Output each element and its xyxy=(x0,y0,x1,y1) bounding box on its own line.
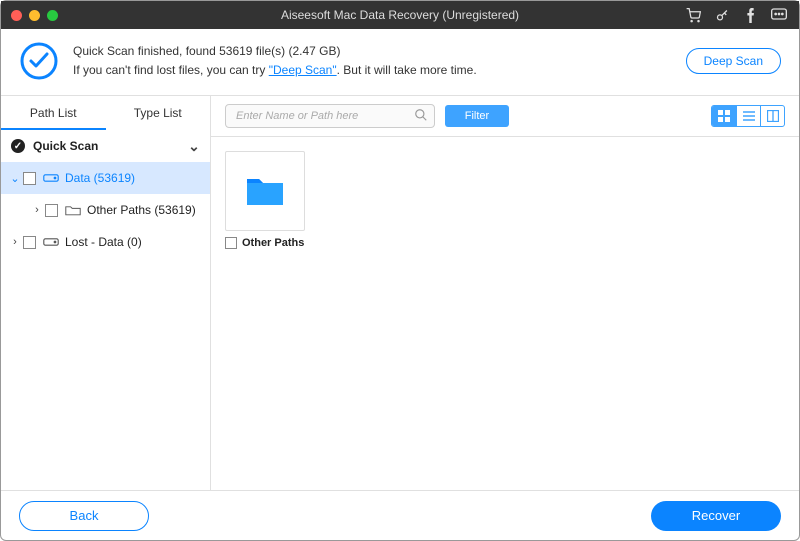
cart-icon[interactable] xyxy=(686,8,701,23)
list-view-icon[interactable] xyxy=(736,106,760,126)
tree-label: Lost - Data (0) xyxy=(65,235,210,249)
status-mid: file(s) xyxy=(252,44,288,58)
tab-path-list[interactable]: Path List xyxy=(1,96,106,130)
status-prefix: Quick Scan finished, found xyxy=(73,44,219,58)
search-icon[interactable] xyxy=(414,108,428,127)
search-box xyxy=(225,104,435,128)
deep-scan-button[interactable]: Deep Scan xyxy=(686,48,781,74)
content-area: Other Paths xyxy=(211,137,799,263)
toolbar: Filter xyxy=(211,96,799,137)
back-button[interactable]: Back xyxy=(19,501,149,531)
filter-button[interactable]: Filter xyxy=(445,105,509,127)
status-size: (2.47 GB) xyxy=(288,44,340,58)
view-mode-buttons xyxy=(711,105,785,127)
column-view-icon[interactable] xyxy=(760,106,784,126)
check-icon: ✓ xyxy=(11,139,25,153)
footer: Back Recover xyxy=(1,490,799,540)
recover-button[interactable]: Recover xyxy=(651,501,781,531)
scan-complete-icon xyxy=(19,41,59,81)
deep-scan-link[interactable]: "Deep Scan" xyxy=(269,63,337,77)
chevron-right-icon[interactable]: › xyxy=(7,236,23,248)
chevron-right-icon[interactable]: › xyxy=(29,204,45,216)
feedback-icon[interactable] xyxy=(771,8,787,23)
status-file-count: 53619 xyxy=(219,44,252,58)
tab-type-list[interactable]: Type List xyxy=(106,96,211,130)
tree-lost-data[interactable]: › Lost - Data (0) xyxy=(1,226,210,258)
search-input[interactable] xyxy=(225,104,435,128)
facebook-icon[interactable] xyxy=(744,8,757,23)
main-panel: Filter Other Paths xyxy=(211,96,799,490)
file-item[interactable]: Other Paths xyxy=(225,151,305,249)
chevron-down-icon[interactable]: ⌄ xyxy=(7,172,23,185)
window-title: Aiseesoft Mac Data Recovery (Unregistere… xyxy=(1,8,799,22)
disk-icon xyxy=(43,172,59,184)
tree-label: Data (53619) xyxy=(65,171,210,185)
tree: ✓ Quick Scan ⌄ ⌄ Data (53619) › Other Pa… xyxy=(1,130,210,258)
checkbox[interactable] xyxy=(45,204,58,217)
tree-label: Quick Scan xyxy=(33,139,186,153)
tree-quick-scan[interactable]: ✓ Quick Scan ⌄ xyxy=(1,130,210,162)
status-tip-prefix: If you can't find lost files, you can tr… xyxy=(73,63,269,77)
checkbox[interactable] xyxy=(225,237,237,249)
folder-icon xyxy=(65,204,81,216)
status-tip-suffix: . But it will take more time. xyxy=(337,63,477,77)
file-label: Other Paths xyxy=(242,237,304,249)
disk-icon xyxy=(43,236,59,248)
status-bar: Quick Scan finished, found 53619 file(s)… xyxy=(1,29,799,96)
folder-icon xyxy=(225,151,305,231)
tree-data[interactable]: ⌄ Data (53619) xyxy=(1,162,210,194)
checkbox[interactable] xyxy=(23,236,36,249)
checkbox[interactable] xyxy=(23,172,36,185)
grid-view-icon[interactable] xyxy=(712,106,736,126)
sidebar: Path List Type List ✓ Quick Scan ⌄ ⌄ Dat… xyxy=(1,96,211,490)
key-icon[interactable] xyxy=(715,8,730,23)
tree-other-paths[interactable]: › Other Paths (53619) xyxy=(1,194,210,226)
tree-label: Other Paths (53619) xyxy=(87,203,210,217)
chevron-down-icon[interactable]: ⌄ xyxy=(186,138,202,155)
status-text: Quick Scan finished, found 53619 file(s)… xyxy=(73,42,686,80)
titlebar: Aiseesoft Mac Data Recovery (Unregistere… xyxy=(1,1,799,29)
